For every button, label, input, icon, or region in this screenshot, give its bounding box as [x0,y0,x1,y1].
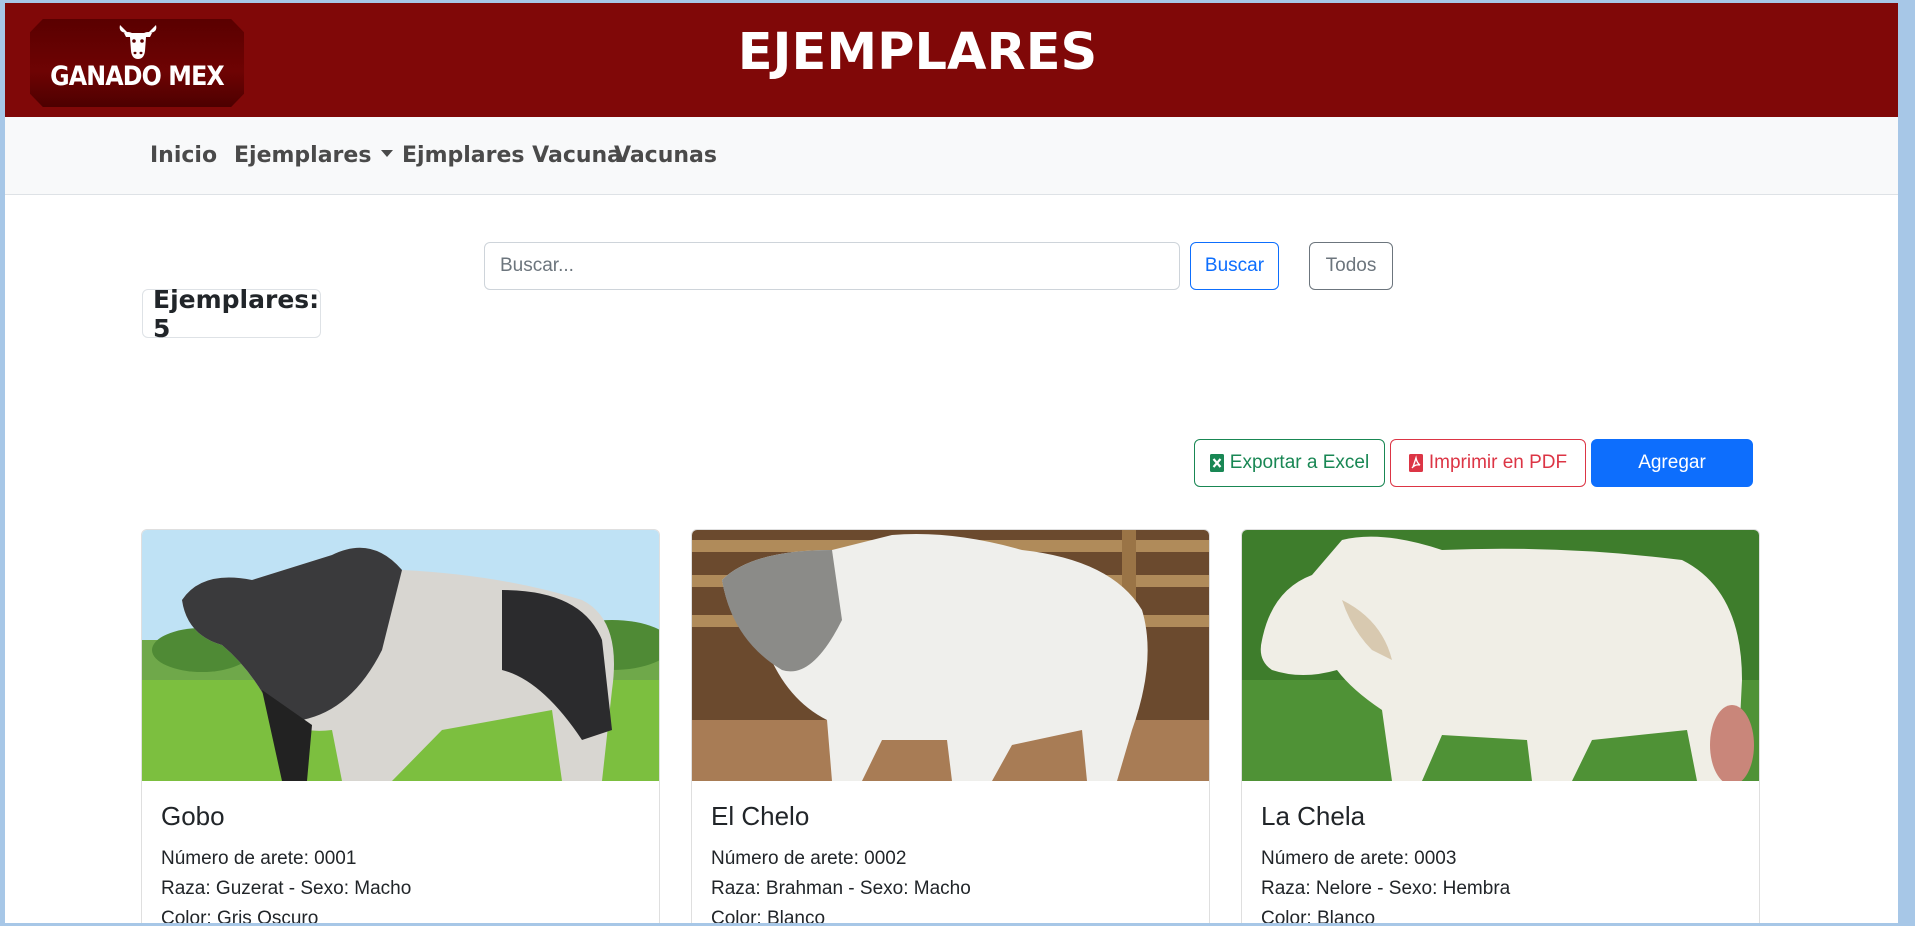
print-pdf-button[interactable]: Imprimir en PDF [1390,439,1586,487]
card-image [1242,530,1759,781]
site-header: GANADO MEX EJEMPLARES [5,3,1898,117]
show-all-button[interactable]: Todos [1309,242,1393,290]
animal-card[interactable]: La Chela Número de arete: 0003 Raza: Nel… [1241,529,1760,923]
card-raza-sexo: Raza: Nelore - Sexo: Hembra [1261,878,1511,899]
animal-card[interactable]: El Chelo Número de arete: 0002 Raza: Bra… [691,529,1210,923]
card-image [142,530,659,781]
nav-item-vacunas[interactable]: Vacunas [614,143,717,168]
card-arete: Número de arete: 0001 [161,848,357,869]
card-title: Gobo [161,801,225,831]
count-badge: Ejemplares: 5 [142,285,321,343]
card-title: La Chela [1261,801,1366,831]
export-excel-label: Exportar a Excel [1229,452,1370,473]
card-image [692,530,1209,781]
card-body: El Chelo Número de arete: 0002 Raza: Bra… [711,801,971,923]
file-pdf-icon [1408,454,1423,472]
page-title: EJEMPLARES [737,23,1098,82]
navbar: Inicio Ejemplares Ejmplares Vacuna Vacun… [5,117,1898,195]
nav-item-label: Ejmplares Vacuna [402,143,623,168]
nav-item-inicio[interactable]: Inicio [150,143,217,168]
nav-item-label: Inicio [150,143,218,168]
nav-item-ejemplares-dropdown[interactable]: Ejemplares [234,143,394,168]
nav-item-label: Vacunas [614,143,717,168]
search-button[interactable]: Buscar [1190,242,1279,290]
add-button[interactable]: Agregar [1591,439,1753,487]
file-excel-icon [1209,454,1224,472]
print-pdf-label: Imprimir en PDF [1428,452,1568,473]
card-raza-sexo: Raza: Brahman - Sexo: Macho [711,878,971,899]
browser-page: GANADO MEX EJEMPLARES Inicio Ejemplares … [5,3,1898,923]
card-title: El Chelo [711,801,810,831]
nav-item-ejemplares-vacuna[interactable]: Ejmplares Vacuna [402,143,622,168]
card-body: Gobo Número de arete: 0001 Raza: Guzerat… [161,801,411,923]
nav-item-label: Ejemplares [234,143,372,168]
card-color: Color: Blanco [1261,908,1376,923]
card-raza-sexo: Raza: Guzerat - Sexo: Macho [161,878,412,899]
card-body: La Chela Número de arete: 0003 Raza: Nel… [1261,801,1510,923]
search-input[interactable] [484,242,1180,290]
export-excel-button[interactable]: Exportar a Excel [1194,439,1385,487]
card-arete: Número de arete: 0003 [1261,848,1457,869]
animal-card[interactable]: Gobo Número de arete: 0001 Raza: Guzerat… [141,529,660,923]
card-color: Color: Blanco [711,908,826,923]
caret-down-icon [381,149,394,157]
card-arete: Número de arete: 0002 [711,848,907,869]
card-color: Color: Gris Oscuro [161,908,319,923]
